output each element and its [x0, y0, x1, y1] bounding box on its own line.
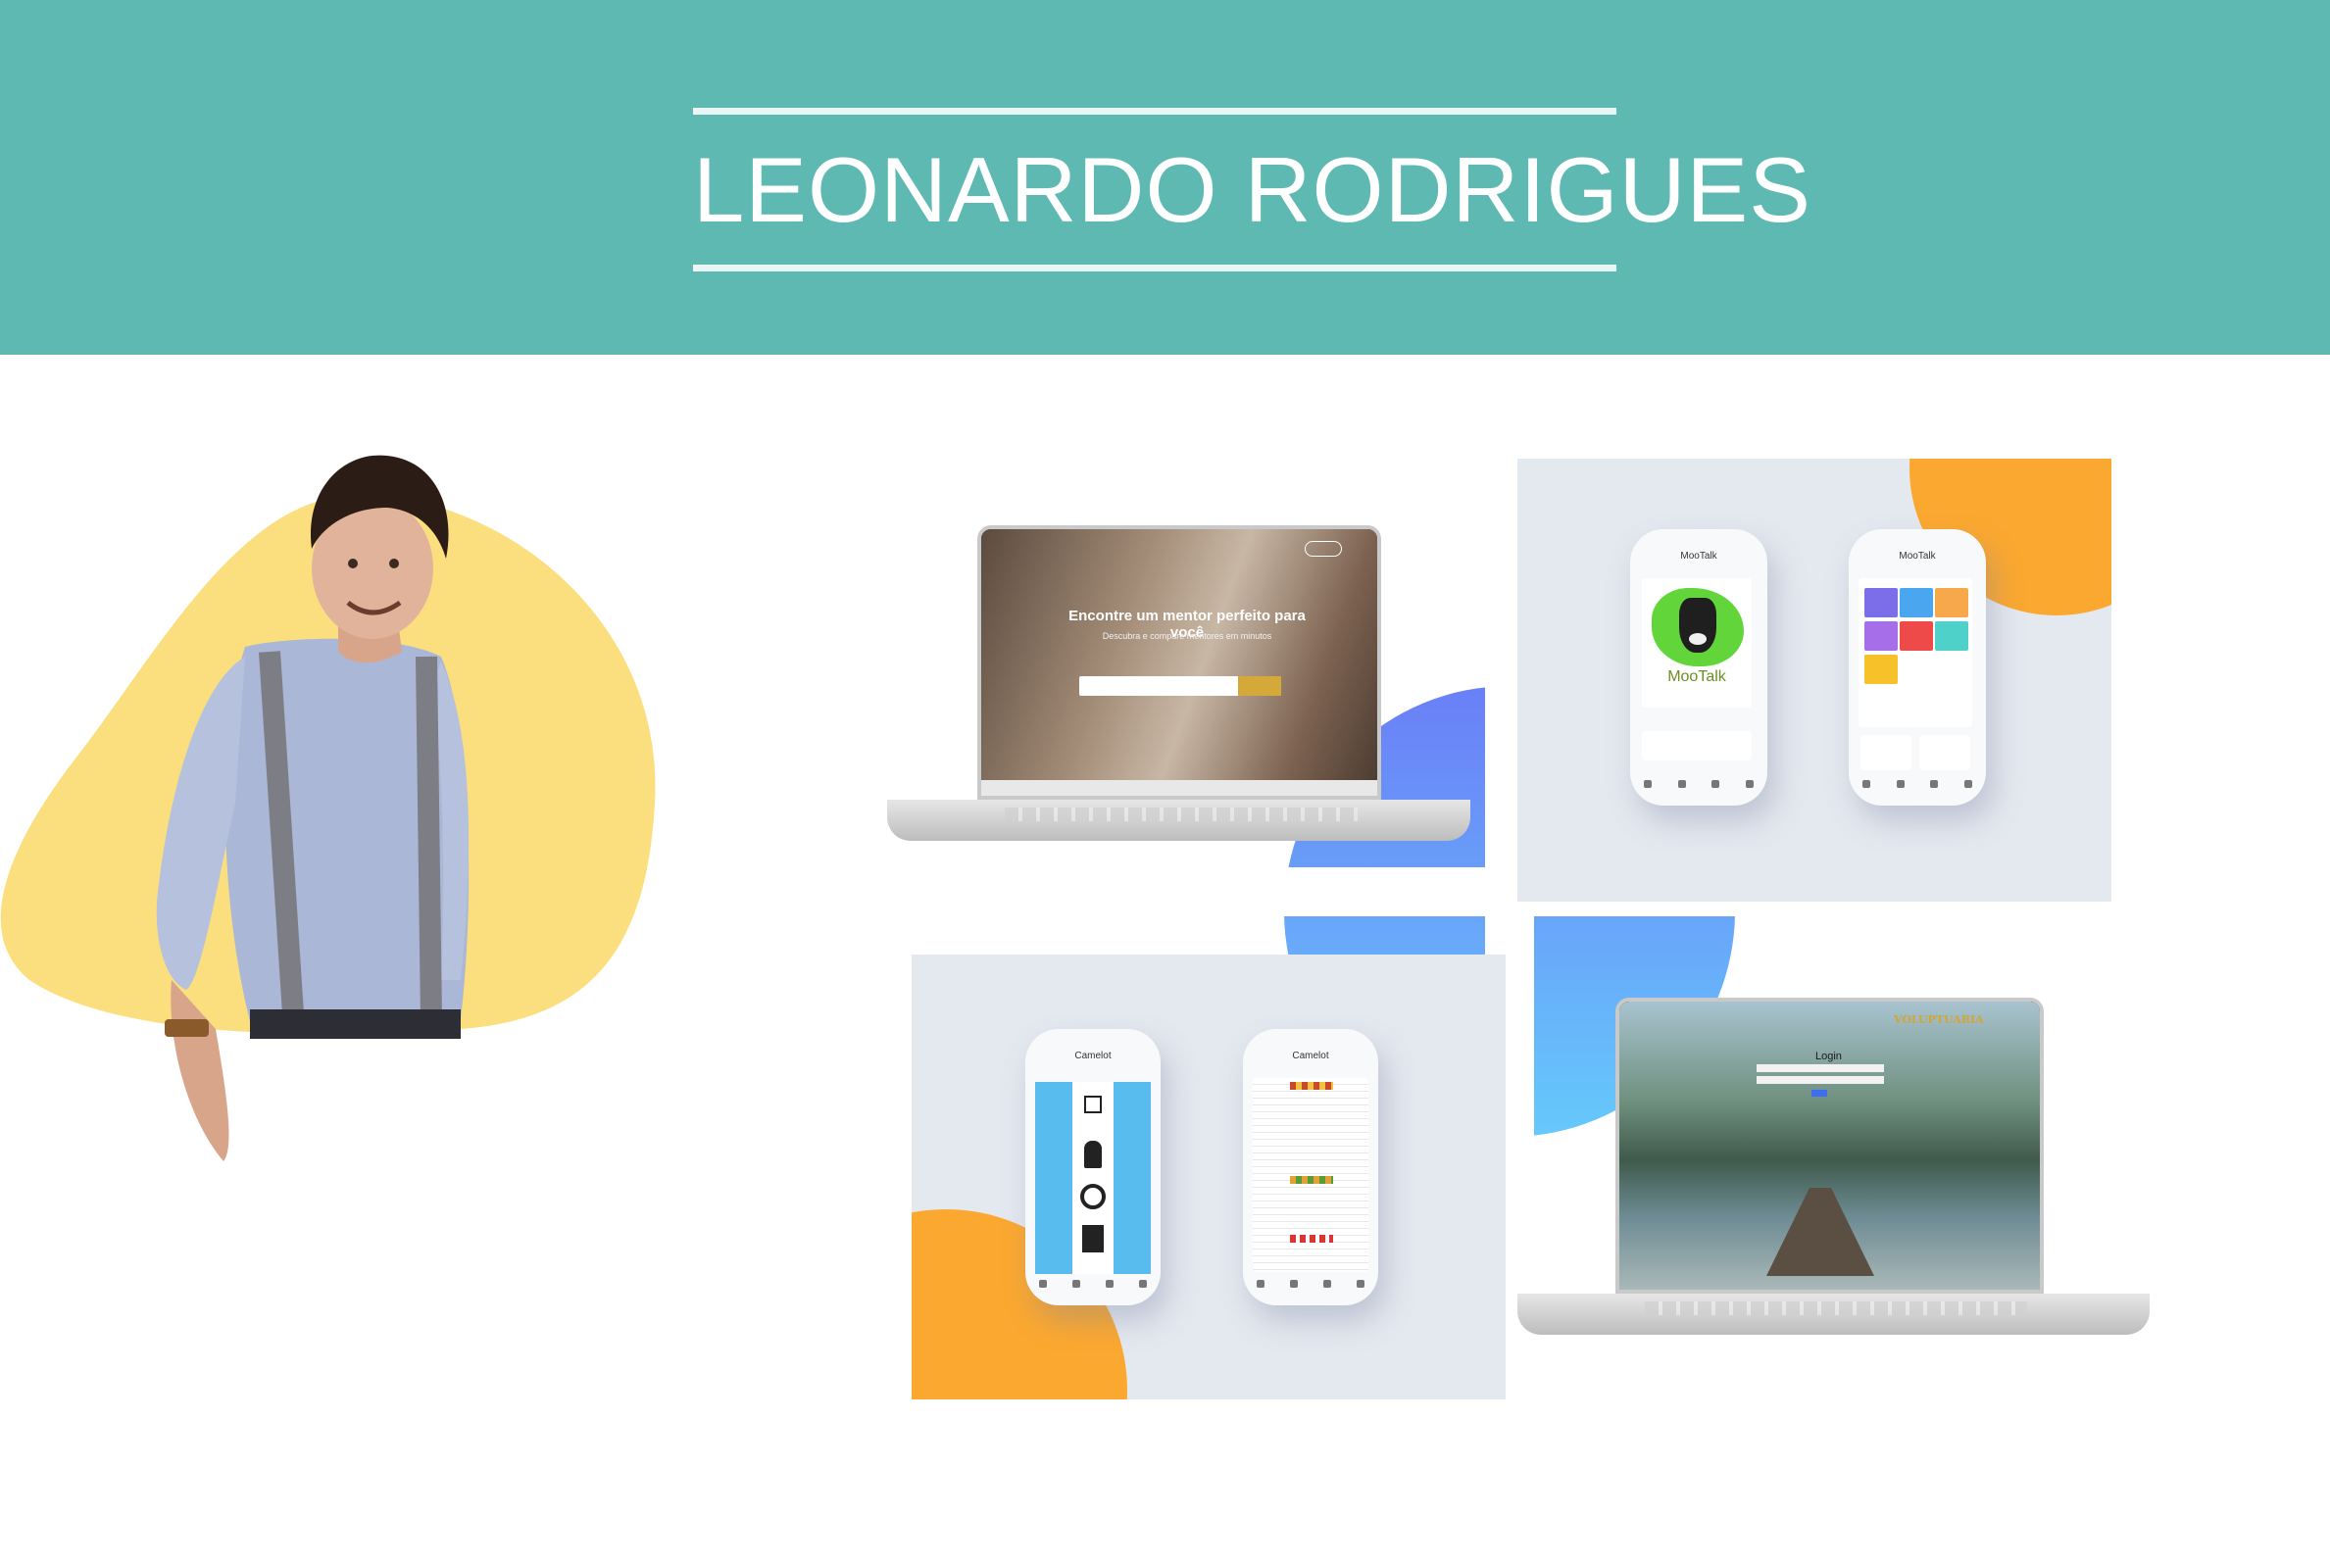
note-card[interactable]: [1864, 621, 1898, 651]
person-icon: [1084, 1141, 1102, 1168]
camelot-panel: Camelot Camelot: [912, 955, 1506, 1399]
email-field[interactable]: [1757, 1064, 1884, 1072]
phone-bottom-nav[interactable]: [1862, 780, 1972, 792]
phone-bottom-nav[interactable]: [1257, 1280, 1364, 1292]
building-icon: [1084, 1096, 1102, 1113]
mootalk-phone-logo: MooTalk MooTalk: [1630, 529, 1767, 806]
phone-title: MooTalk: [1680, 551, 1717, 562]
hero-background: [981, 529, 1377, 796]
mentor-site-laptop: Encontre um mentor perfeito para você De…: [887, 525, 1475, 863]
phone-title: MooTalk: [1899, 551, 1936, 562]
brand-logo: VOLUPTUARIA: [1894, 1013, 1984, 1026]
nav-pill-button[interactable]: [1305, 541, 1342, 557]
emoji-row: [1290, 1082, 1333, 1090]
phone-bottom-nav[interactable]: [1039, 1280, 1147, 1292]
header-banner: LEONARDO RODRIGUES: [0, 0, 2330, 355]
note-card[interactable]: [1900, 621, 1933, 651]
data-table: [1253, 1078, 1368, 1272]
note-card[interactable]: [1864, 588, 1898, 617]
note-card[interactable]: [1864, 655, 1898, 684]
castle-icon: [1082, 1225, 1104, 1252]
hero-subheadline: Descubra e compare mentores em minutos: [1102, 631, 1272, 641]
cow-logo-icon: [1652, 588, 1744, 666]
login-title: Login: [1815, 1051, 1842, 1062]
tree-icon: [1080, 1184, 1106, 1209]
laptop-keyboard: [1645, 1301, 2027, 1315]
mootalk-logo-text: MooTalk: [1667, 668, 1726, 685]
laptop-keyboard: [1005, 808, 1358, 821]
page-title: LEONARDO RODRIGUES: [693, 138, 1811, 241]
laptop-screen: Encontre um mentor perfeito para você De…: [977, 525, 1381, 800]
hero-footer: [981, 780, 1377, 796]
phone-title: Camelot: [1292, 1051, 1329, 1061]
note-card[interactable]: [1935, 621, 1968, 651]
mootalk-panel: MooTalk MooTalk MooTalk: [1517, 459, 2111, 902]
camelot-phone-icons: Camelot: [1025, 1029, 1161, 1305]
phone-bottom-nav[interactable]: [1644, 780, 1754, 792]
notes-board: [1859, 578, 1972, 727]
camelot-phone-table: Camelot: [1243, 1029, 1378, 1305]
profile-photo: [0, 455, 656, 1161]
emoji-row: [1290, 1235, 1333, 1243]
note-card[interactable]: [1900, 588, 1933, 617]
bottom-card[interactable]: [1919, 735, 1970, 770]
logo-card: MooTalk: [1642, 578, 1752, 708]
list-card[interactable]: [1642, 731, 1752, 760]
bottom-card[interactable]: [1860, 735, 1911, 770]
mootalk-phone-notes: MooTalk: [1849, 529, 1986, 806]
header-top-rule: [693, 108, 1616, 115]
password-field[interactable]: [1757, 1076, 1884, 1084]
icons-column: [1072, 1082, 1114, 1274]
mentor-search-button[interactable]: [1238, 676, 1281, 696]
voluptuaria-laptop: VOLUPTUARIA Login: [1517, 998, 2155, 1352]
emoji-row: [1290, 1176, 1333, 1184]
header-bottom-rule: [693, 265, 1616, 271]
laptop-screen: VOLUPTUARIA Login: [1615, 998, 2044, 1294]
icons-strip: [1035, 1082, 1151, 1274]
phone-title: Camelot: [1074, 1051, 1112, 1061]
portrait-area: [0, 431, 686, 1196]
note-card[interactable]: [1935, 588, 1968, 617]
login-button[interactable]: [1811, 1090, 1827, 1097]
